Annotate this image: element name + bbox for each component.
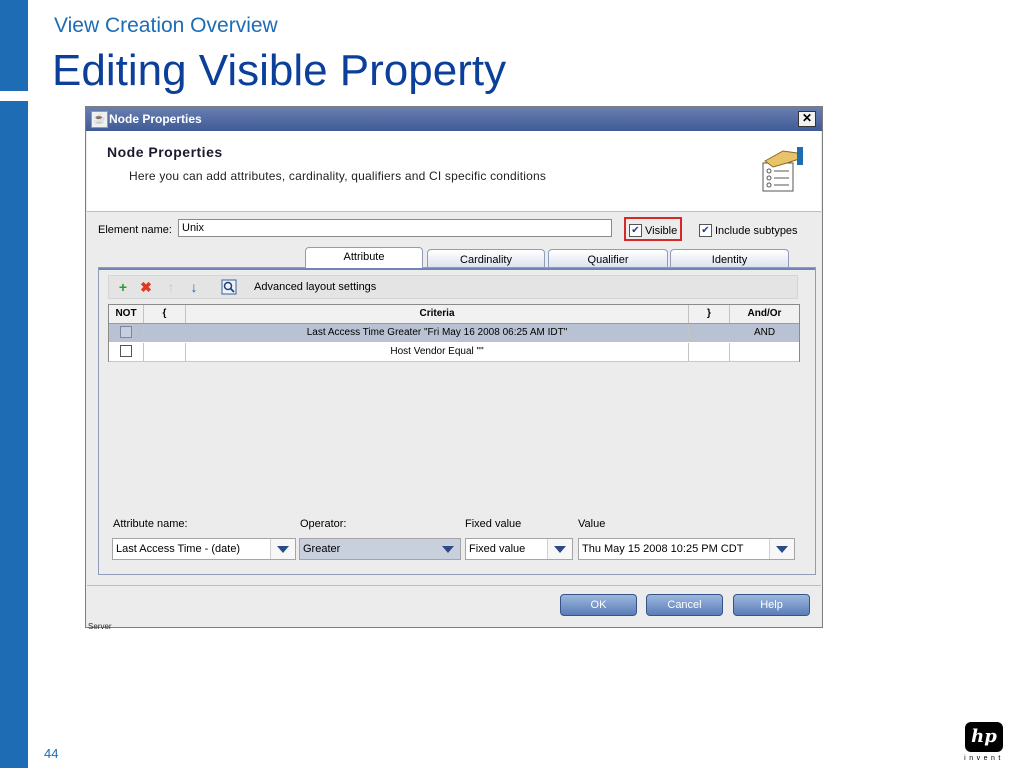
visible-checkbox[interactable]: ✔ [629, 224, 642, 237]
help-button[interactable]: Help [733, 594, 810, 616]
tab-cardinality[interactable]: Cardinality [427, 249, 545, 267]
column-header-criteria[interactable]: Criteria [186, 305, 689, 323]
background-window-residue: Server [86, 622, 822, 634]
hp-logo-mark: hp [965, 722, 1003, 752]
not-checkbox[interactable] [120, 326, 132, 339]
not-cell[interactable] [109, 343, 144, 361]
attribute-name-label: Attribute name: [113, 518, 188, 530]
open-brace-cell[interactable] [144, 343, 186, 361]
operator-value: Greater [303, 543, 341, 555]
not-checkbox[interactable] [120, 345, 132, 358]
slide-accent-bar-top [0, 0, 28, 91]
tab-panel-top-border [99, 268, 815, 270]
page-number: 44 [44, 746, 59, 761]
visible-checkbox-row[interactable]: ✔ Visible [629, 224, 677, 237]
tab-attribute[interactable]: Attribute [305, 247, 423, 268]
advanced-layout-settings-link[interactable]: Advanced layout settings [254, 281, 376, 293]
red-x-icon[interactable]: ✖ [138, 279, 154, 295]
hp-logo-word: invent [964, 755, 1004, 762]
operator-label: Operator: [300, 518, 347, 530]
node-properties-dialog: ☕ Node Properties ✕ Node Properties Here… [85, 106, 823, 628]
criteria-cell[interactable]: Last Access Time Greater "Fri May 16 200… [186, 324, 689, 342]
value-label: Value [578, 518, 606, 530]
element-name-input[interactable] [178, 219, 612, 237]
magnifier-icon[interactable] [221, 279, 237, 295]
value-value: Thu May 15 2008 10:25 PM CDT [582, 543, 744, 555]
operator-select[interactable]: Greater [299, 538, 461, 560]
arrow-up-icon[interactable]: ↑ [163, 279, 179, 295]
column-header-close-brace[interactable]: } [689, 305, 730, 323]
table-row[interactable]: Last Access Time Greater "Fri May 16 200… [109, 324, 799, 342]
ok-button[interactable]: OK [560, 594, 637, 616]
open-brace-cell[interactable] [144, 324, 186, 342]
cancel-button[interactable]: Cancel [646, 594, 723, 616]
slide-accent-bar-bottom [0, 101, 28, 768]
visible-label: Visible [645, 224, 678, 237]
chevron-down-icon[interactable] [547, 539, 572, 559]
dialog-titlebar: ☕ Node Properties ✕ [86, 107, 822, 131]
criteria-toolbar: + ✖ ↑ ↓ Advanced layout settings [108, 275, 798, 299]
table-row[interactable]: Host Vendor Equal "" [109, 343, 799, 362]
hand-pointing-checklist-icon [762, 147, 803, 192]
chevron-down-icon[interactable] [270, 539, 295, 559]
column-header-not[interactable]: NOT [109, 305, 144, 323]
java-cup-icon: ☕ [91, 111, 108, 128]
close-button[interactable]: ✕ [798, 111, 816, 127]
dialog-header-panel: Node Properties Here you can add attribu… [87, 131, 821, 212]
header-description: Here you can add attributes, cardinality… [129, 169, 547, 183]
attribute-name-value: Last Access Time - (date) [116, 543, 241, 555]
not-cell[interactable] [109, 324, 144, 342]
background-residue-text: Server [88, 622, 112, 631]
include-subtypes-row[interactable]: ✔ Include subtypes [699, 224, 798, 237]
chevron-down-icon[interactable] [435, 539, 460, 559]
chevron-down-icon[interactable] [769, 539, 794, 559]
slide-subtitle: View Creation Overview [54, 14, 278, 37]
and-or-cell[interactable]: AND [730, 324, 799, 342]
fixed-value-select[interactable]: Fixed value [465, 538, 573, 560]
slide-title: Editing Visible Property [52, 46, 507, 95]
hp-logo: hp invent [960, 722, 1008, 764]
table-header: NOT { Criteria } And/Or [109, 305, 799, 324]
fixed-value-value: Fixed value [469, 543, 526, 555]
and-or-cell[interactable] [730, 343, 799, 361]
fixed-value-label: Fixed value [465, 518, 522, 530]
arrow-down-icon[interactable]: ↓ [186, 279, 202, 295]
criteria-cell[interactable]: Host Vendor Equal "" [186, 343, 689, 361]
value-date-picker[interactable]: Thu May 15 2008 10:25 PM CDT [578, 538, 795, 560]
close-brace-cell[interactable] [689, 343, 730, 361]
header-title: Node Properties [107, 144, 223, 160]
include-subtypes-checkbox[interactable]: ✔ [699, 224, 712, 237]
dialog-window-title: Node Properties [109, 112, 202, 126]
criteria-table: NOT { Criteria } And/Or Last Access Time… [108, 304, 800, 362]
footer-separator [87, 585, 821, 586]
element-name-label: Element name: [98, 224, 172, 236]
tab-identity[interactable]: Identity [670, 249, 789, 267]
column-header-open-brace[interactable]: { [144, 305, 186, 323]
include-subtypes-label: Include subtypes [715, 224, 798, 237]
close-brace-cell[interactable] [689, 324, 730, 342]
column-header-and-or[interactable]: And/Or [730, 305, 799, 323]
tab-qualifier[interactable]: Qualifier [548, 249, 668, 267]
plus-icon[interactable]: + [115, 279, 131, 295]
attribute-name-select[interactable]: Last Access Time - (date) [112, 538, 296, 560]
